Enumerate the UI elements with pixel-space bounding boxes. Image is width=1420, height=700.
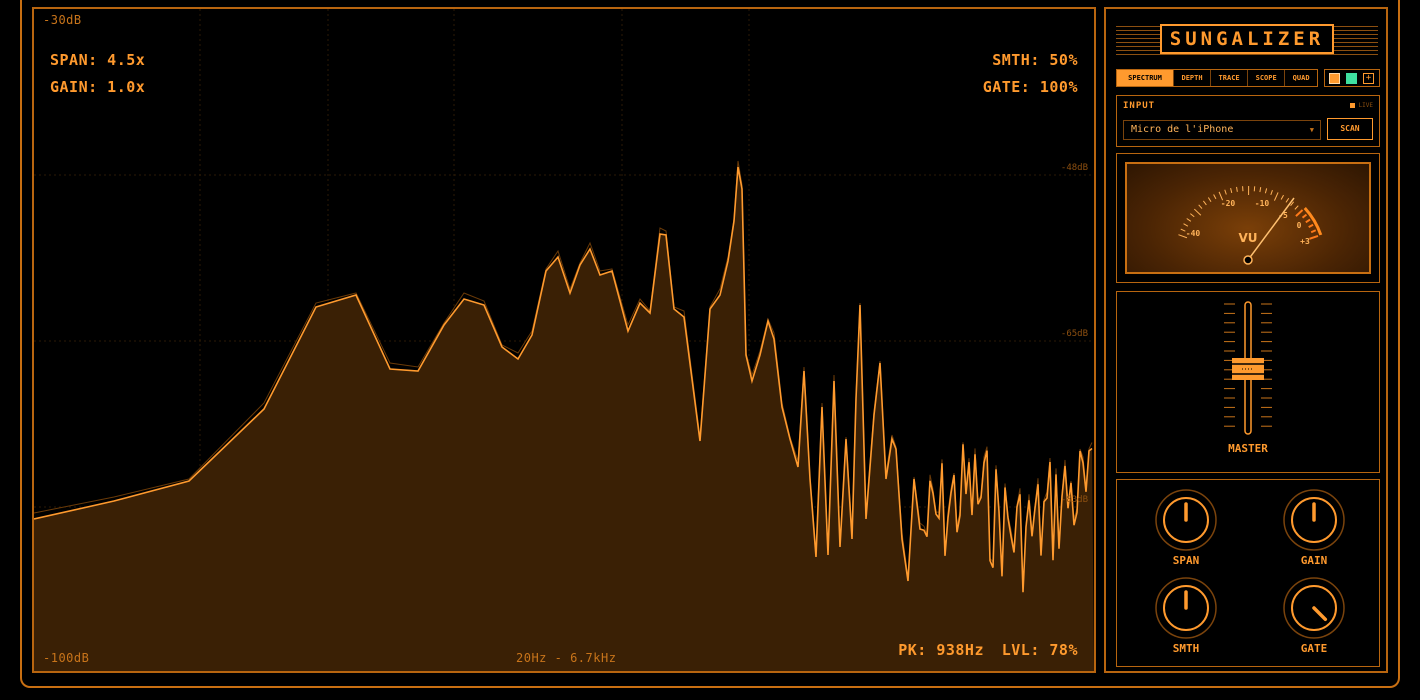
input-device-value: Micro de l'iPhone <box>1131 124 1234 135</box>
gain-knob[interactable] <box>1282 488 1346 552</box>
span-knob[interactable] <box>1154 488 1218 552</box>
vu-scale-label: -40 <box>1186 229 1201 238</box>
bottom-db-label: -100dB <box>43 651 90 665</box>
vu-pivot <box>1243 255 1253 265</box>
db-tick: -48dB <box>1060 163 1088 173</box>
gate-knob[interactable] <box>1282 576 1346 640</box>
add-theme-button[interactable]: + <box>1363 73 1374 84</box>
peak-readout: PK: 938Hz <box>898 641 984 659</box>
tab-quad[interactable]: QUAD <box>1285 70 1317 86</box>
input-title: INPUT <box>1123 101 1156 111</box>
vu-scale-label: +3 <box>1300 237 1310 246</box>
control-panel: SUNGALIZER SPECTRUM DEPTH TRACE SCOPE QU… <box>1104 7 1388 673</box>
logo-area: SUNGALIZER <box>1116 17 1378 63</box>
gain-knob-label: GAIN <box>1300 554 1328 567</box>
vu-dial: -40-20 -10-50+3VU <box>1178 185 1323 265</box>
view-tabs: SPECTRUM DEPTH TRACE SCOPE QUAD <box>1116 69 1318 87</box>
vu-scale-label: -10 <box>1255 199 1270 208</box>
level-readout: LVL: 78% <box>1001 641 1078 659</box>
tab-spectrum[interactable]: SPECTRUM <box>1117 70 1174 86</box>
span-knob-label: SPAN <box>1172 554 1200 567</box>
scan-button[interactable]: SCAN <box>1327 118 1373 140</box>
green-theme-swatch[interactable] <box>1346 73 1357 84</box>
db-tick: -83dB <box>1060 495 1088 505</box>
smth-readout: SMTH: 50% <box>992 51 1078 69</box>
smth-knob[interactable] <box>1154 576 1218 640</box>
top-db-label: -30dB <box>43 13 82 27</box>
gate-knob-label: GATE <box>1300 642 1328 655</box>
gain-readout: GAIN: 1.0x <box>50 78 146 96</box>
tab-scope[interactable]: SCOPE <box>1248 70 1286 86</box>
input-section: INPUT LIVE Micro de l'iPhone ▼ SCAN <box>1116 95 1380 147</box>
input-device-select[interactable]: Micro de l'iPhone ▼ <box>1123 120 1321 140</box>
span-readout: SPAN: 4.5x <box>50 51 146 69</box>
vu-scale-label: -20 <box>1221 199 1236 208</box>
chevron-down-icon: ▼ <box>1309 126 1314 134</box>
tab-depth[interactable]: DEPTH <box>1174 70 1212 86</box>
master-fader-section: MASTER <box>1116 291 1380 473</box>
master-fader[interactable] <box>1117 292 1379 442</box>
smth-knob-label: SMTH <box>1172 642 1200 655</box>
app-logo: SUNGALIZER <box>1160 24 1334 54</box>
knob-section: SPAN GAIN SMTH GATE <box>1116 479 1380 667</box>
vu-meter: -40 -20 -10 -5 0 +3 VU <box>1125 162 1371 274</box>
spectrum-canvas <box>34 9 1094 671</box>
live-indicator: LIVE <box>1350 102 1373 109</box>
vu-meter-section: -40 -20 -10 -5 0 +3 VU <box>1116 153 1380 283</box>
theme-swatches: + <box>1324 69 1380 87</box>
master-label: MASTER <box>1228 442 1268 455</box>
tab-trace[interactable]: TRACE <box>1211 70 1249 86</box>
vu-label: VU <box>1238 231 1257 245</box>
orange-theme-swatch[interactable] <box>1329 73 1340 84</box>
frequency-range: 20Hz - 6.7kHz <box>516 651 617 665</box>
db-tick: -65dB <box>1060 329 1088 339</box>
gate-readout: GATE: 100% <box>982 78 1078 96</box>
vu-scale-label: 0 <box>1297 221 1302 230</box>
spectrum-display[interactable]: -30dB -100dB SPAN: 4.5x GAIN: 1.0x SMTH:… <box>32 7 1096 673</box>
